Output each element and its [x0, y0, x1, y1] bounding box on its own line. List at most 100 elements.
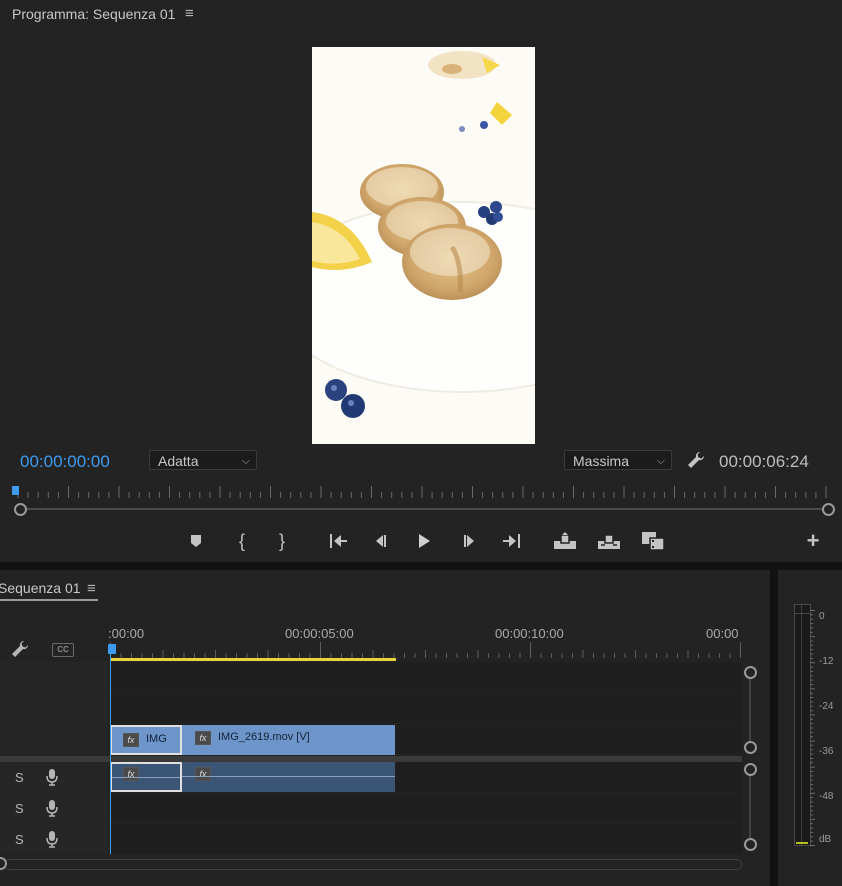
export-frame-button[interactable] — [640, 529, 666, 553]
panel-divider-vertical[interactable] — [770, 570, 778, 886]
meter-peak-indicator[interactable] — [795, 605, 810, 614]
playback-resolution-select[interactable]: Massima ⌵ — [564, 450, 672, 470]
audio-vertical-scrollbar[interactable] — [749, 770, 751, 844]
audio-meter — [794, 604, 811, 846]
audio-clip-img[interactable]: fx — [110, 762, 182, 792]
video-scroll-top-handle[interactable] — [744, 666, 757, 679]
meter-scale-label: 0 — [819, 611, 825, 622]
chevron-down-icon: ⌵ — [241, 455, 250, 467]
timeline-tab[interactable]: Sequenza 01 — [0, 580, 81, 596]
panel-menu-icon[interactable]: ≡ — [185, 5, 194, 22]
microphone-icon[interactable] — [46, 768, 58, 791]
meter-unit-label: dB — [819, 834, 832, 845]
preview-frame-image — [312, 47, 535, 444]
track-header: S — [0, 793, 108, 823]
program-playhead[interactable] — [12, 486, 19, 495]
video-preview — [312, 47, 535, 444]
button-editor-button[interactable]: + — [800, 528, 826, 553]
solo-toggle[interactable]: S — [15, 770, 24, 785]
plus-icon: + — [806, 528, 820, 553]
meter-scale-ticks — [810, 610, 815, 846]
panel-divider[interactable] — [0, 562, 842, 570]
timeline-panel: Sequenza 01 ≡ CC :00:00 00:00:05:00 00:0… — [0, 570, 770, 886]
step-back-icon — [376, 535, 386, 547]
settings-wrench-icon[interactable] — [686, 450, 706, 475]
track-header: S — [0, 824, 108, 854]
mark-out-icon: } — [278, 530, 285, 551]
audio-scroll-bottom-handle[interactable] — [744, 838, 757, 851]
step-forward-icon — [464, 535, 474, 547]
meter-scale-label: -36 — [819, 746, 834, 757]
zoom-level-select[interactable]: Adatta ⌵ — [149, 450, 257, 470]
timeline-settings-wrench-icon[interactable] — [10, 639, 30, 664]
duration-timecode: 00:00:06:24 — [719, 452, 809, 471]
timeline-playhead-handle[interactable] — [108, 644, 116, 654]
video-clip-img-2619[interactable]: fx IMG_2619.mov [V] — [182, 725, 395, 755]
mark-in-button[interactable]: { — [229, 529, 255, 553]
program-monitor-panel: Programma: Sequenza 01 ≡ 00:00:00:00 Ada… — [0, 0, 842, 562]
meter-scale-label: -12 — [819, 656, 834, 667]
clip-label: IMG_2619.mov [V] — [218, 731, 310, 743]
timeline-playhead-line[interactable] — [110, 654, 111, 854]
timeline-horizontal-scrollbar[interactable] — [4, 859, 742, 870]
timeline-ruler-ticks[interactable] — [110, 642, 742, 658]
audio-scroll-top-handle[interactable] — [744, 763, 757, 776]
extract-button[interactable] — [596, 529, 622, 553]
meter-scale-label: -48 — [819, 791, 834, 802]
film-icon — [642, 532, 665, 551]
fx-badge[interactable]: fx — [195, 731, 211, 745]
solo-toggle[interactable]: S — [15, 801, 24, 816]
audio-clip-img-2619[interactable]: fx — [182, 762, 395, 792]
fx-badge[interactable]: fx — [195, 767, 211, 781]
time-ruler-ticks — [17, 486, 827, 498]
microphone-icon[interactable] — [46, 799, 58, 822]
zoom-scroll-right-handle[interactable] — [822, 503, 835, 516]
video-track-2-row — [0, 693, 742, 723]
mark-out-button[interactable]: } — [269, 529, 295, 553]
track-header: S — [0, 762, 108, 792]
ruler-label-10s: 00:00:10:00 — [495, 626, 564, 641]
video-clip-img[interactable]: fx IMG — [110, 725, 182, 755]
add-marker-button[interactable] — [183, 529, 209, 553]
audio-meters-panel: 0 -12 -24 -36 -48 dB — [778, 570, 842, 886]
captions-cc-icon[interactable]: CC — [52, 643, 74, 657]
marker-icon — [191, 535, 201, 547]
work-area-bar[interactable] — [110, 658, 396, 661]
audio-track-2-row: S — [0, 793, 742, 823]
go-to-in-icon — [330, 534, 347, 548]
panel-menu-icon[interactable]: ≡ — [87, 580, 96, 597]
video-scroll-bottom-handle[interactable] — [744, 741, 757, 754]
fx-badge[interactable]: fx — [123, 767, 139, 781]
microphone-icon[interactable] — [46, 830, 58, 853]
volume-rubber-band[interactable] — [182, 776, 395, 777]
step-back-button[interactable] — [368, 529, 394, 553]
ruler-label-15s: 00:00 — [706, 626, 739, 641]
solo-toggle[interactable]: S — [15, 832, 24, 847]
track-body[interactable] — [110, 693, 742, 723]
play-button[interactable] — [411, 529, 437, 553]
go-to-in-button[interactable] — [326, 529, 352, 553]
video-vertical-scrollbar[interactable] — [749, 672, 751, 748]
go-to-out-button[interactable] — [498, 529, 524, 553]
track-body[interactable] — [110, 793, 742, 823]
zoom-level-value: Adatta — [158, 453, 199, 469]
program-zoom-scrollbar[interactable] — [20, 508, 828, 510]
lift-button[interactable] — [552, 529, 578, 553]
meter-channel-divider — [801, 605, 802, 845]
volume-rubber-band[interactable] — [112, 777, 180, 778]
track-header — [0, 662, 108, 692]
lift-icon — [554, 532, 576, 549]
zoom-scroll-left-handle[interactable] — [14, 503, 27, 516]
active-tab-underline — [0, 599, 98, 601]
empty-video-track-row — [0, 662, 742, 692]
track-body[interactable] — [110, 662, 742, 692]
mark-in-icon: { — [238, 530, 245, 551]
current-timecode[interactable]: 00:00:00:00 — [20, 452, 110, 472]
audio-track-3-row: S — [0, 824, 742, 854]
program-monitor-title[interactable]: Programma: Sequenza 01 — [12, 6, 175, 22]
track-body[interactable] — [110, 824, 742, 854]
fx-badge[interactable]: fx — [123, 733, 139, 747]
program-time-ruler[interactable] — [14, 484, 828, 498]
ruler-label-5s: 00:00:05:00 — [285, 626, 354, 641]
step-forward-button[interactable] — [456, 529, 482, 553]
